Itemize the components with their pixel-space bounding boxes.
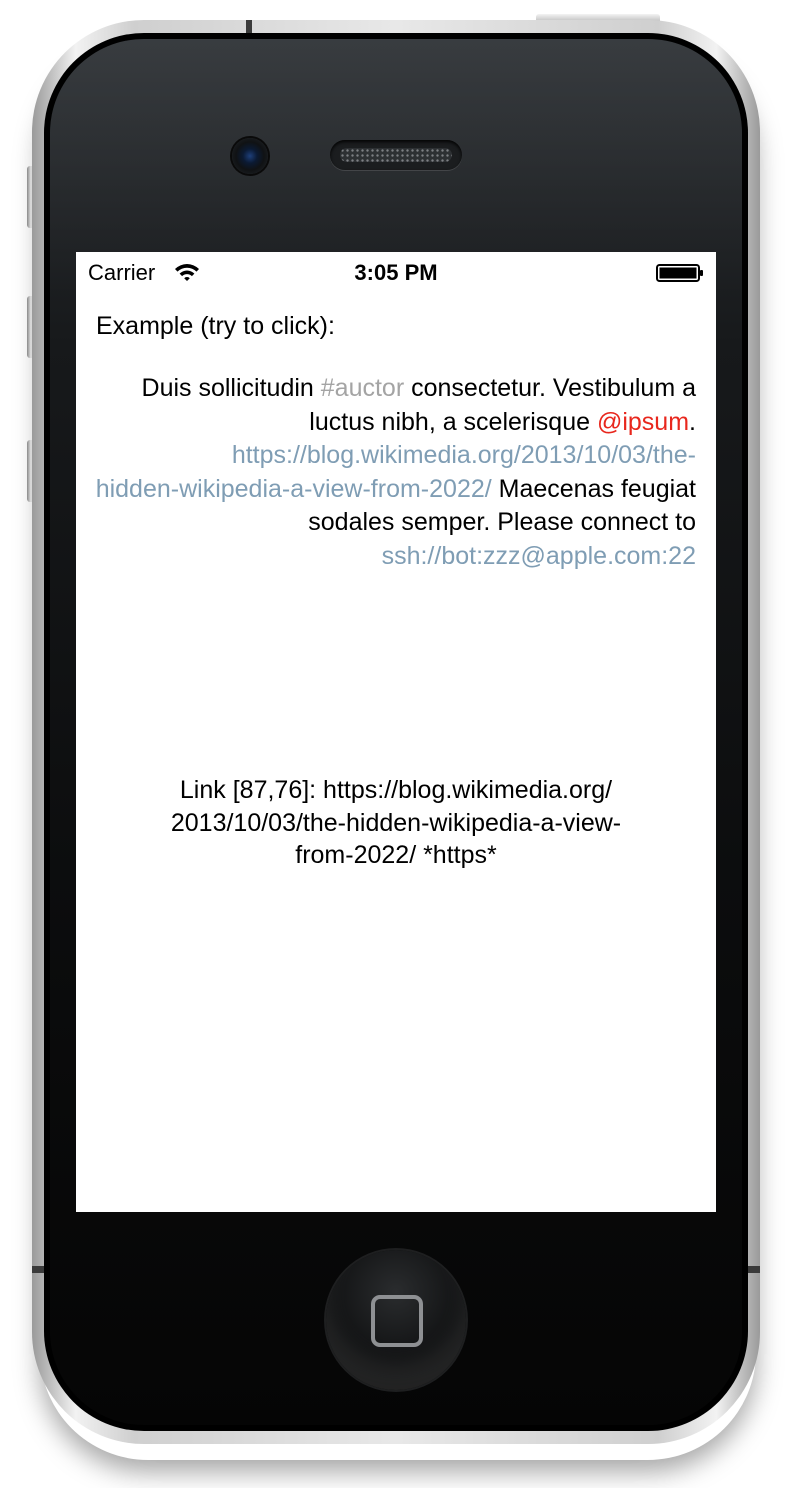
front-camera-icon xyxy=(232,138,268,174)
attributed-text-label[interactable]: Duis sollicitudin #auctor consectetur. V… xyxy=(92,372,696,574)
body-text: . xyxy=(689,407,696,436)
body-text: Duis sollicitudin xyxy=(141,374,321,402)
example-heading: Example (try to click): xyxy=(96,312,335,340)
link-info-line: 2013/10/03/the-hidden-wikipedia-a-view- xyxy=(170,808,622,837)
link-info-line: from-2022/ *https* xyxy=(295,841,497,869)
status-bar: Carrier 3:05 PM xyxy=(76,252,716,292)
speaker-grille xyxy=(340,148,452,162)
link-info-line: Link [87,76]: https://blog.wikimedia.org… xyxy=(179,776,613,804)
mention-link[interactable]: @ipsum xyxy=(597,408,689,436)
home-button[interactable] xyxy=(326,1250,466,1390)
url-link-part[interactable]: https://blog.wikimedia.org/2013/10/03/th… xyxy=(232,441,696,469)
antenna-band xyxy=(746,1266,760,1273)
battery-full-icon xyxy=(656,264,703,282)
app-screen: Carrier 3:05 PM Example (try to click): … xyxy=(76,252,716,1212)
antenna-band xyxy=(246,20,252,34)
earpiece-speaker xyxy=(330,140,462,170)
link-info-label: Link [87,76]: https://blog.wikimedia.org… xyxy=(116,774,676,872)
simulator-stage: Carrier 3:05 PM Example (try to click): … xyxy=(0,0,792,1488)
ssh-link[interactable]: ssh://bot:zzz@apple.com:22 xyxy=(382,542,696,570)
status-time: 3:05 PM xyxy=(354,260,438,285)
home-square-icon xyxy=(371,1295,423,1347)
url-link-part[interactable]: hidden-wikipedia-a-view-from-2022/ xyxy=(96,475,492,503)
hashtag-link[interactable]: #auctor xyxy=(321,374,404,402)
